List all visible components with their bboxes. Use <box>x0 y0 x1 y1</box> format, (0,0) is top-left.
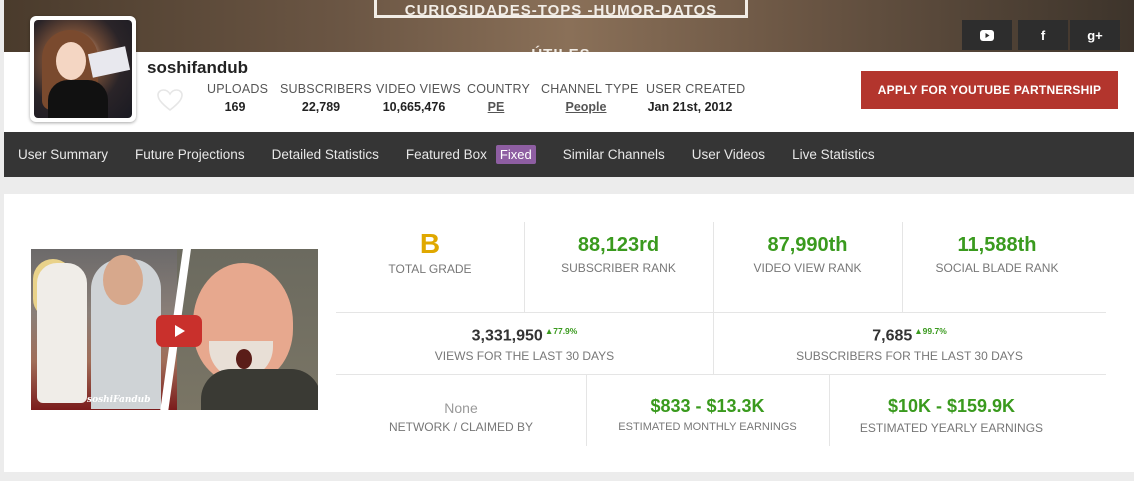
tab-label: Future Projections <box>135 147 245 162</box>
monthly-label: ESTIMATED MONTHLY EARNINGS <box>618 421 797 433</box>
rank-value: 88,123rd <box>577 234 660 256</box>
gplus-glyph: g+ <box>1087 27 1103 43</box>
monthly-value: $833 - $13.3K <box>650 396 765 416</box>
views-change: ▲77.9% <box>544 326 578 336</box>
username[interactable]: soshifandub <box>147 58 248 78</box>
network-claimed-by: None NETWORK / CLAIMED BY <box>336 400 586 434</box>
tab-live-statistics[interactable]: Live Statistics <box>792 147 875 162</box>
profile-header: soshifandub UPLOADS 169 SUBSCRIBERS 22,7… <box>4 52 1134 132</box>
stat-value: Jan 21st, 2012 <box>647 100 733 114</box>
channel-type-link[interactable]: People <box>541 100 631 114</box>
tab-user-videos[interactable]: User Videos <box>692 147 765 162</box>
stat-country: COUNTRY PE <box>467 82 530 114</box>
subs-label: SUBSCRIBERS FOR THE LAST 30 DAYS <box>796 349 1023 364</box>
network-label: NETWORK / CLAIMED BY <box>388 420 534 434</box>
tab-future-projections[interactable]: Future Projections <box>135 147 245 162</box>
subscriber-rank: 88,123rd SUBSCRIBER RANK <box>524 234 713 275</box>
yearly-value: $10K - $159.9K <box>887 396 1016 416</box>
facebook-glyph: f <box>1040 27 1046 43</box>
tab-label: Detailed Statistics <box>271 147 379 162</box>
stat-label: VIDEO VIEWS <box>376 82 461 96</box>
summary-panel: soshiFandub B TOTAL GRADE 88,123rd SUBSC… <box>4 194 1134 472</box>
views-value: 3,331,950 <box>471 327 543 345</box>
subs-change: ▲99.7% <box>914 326 947 336</box>
tab-label: Similar Channels <box>562 147 665 162</box>
network-value: None <box>444 400 478 416</box>
total-grade: B TOTAL GRADE <box>336 228 524 277</box>
stat-value: 22,789 <box>301 100 341 114</box>
tab-label: User Videos <box>691 147 766 162</box>
stat-video-views: VIDEO VIEWS 10,665,476 <box>376 82 461 114</box>
tab-label: Live Statistics <box>792 147 875 162</box>
subscribers-last-30-days: 7,685 ▲99.7% SUBSCRIBERS FOR THE LAST 30 … <box>713 326 1106 363</box>
yearly-label: ESTIMATED YEARLY EARNINGS <box>859 421 1044 435</box>
youtube-icon[interactable] <box>962 20 1012 50</box>
apply-partnership-button[interactable]: APPLY FOR YOUTUBE PARTNERSHIP <box>861 71 1118 109</box>
tab-detailed-statistics[interactable]: Detailed Statistics <box>272 147 379 162</box>
views-label: VIEWS FOR THE LAST 30 DAYS <box>434 349 615 364</box>
grade-label: TOTAL GRADE <box>388 262 472 276</box>
google-plus-icon[interactable]: g+ <box>1070 20 1120 50</box>
stat-label: SUBSCRIBERS <box>280 82 372 96</box>
tab-label: User Summary <box>18 147 109 162</box>
subs-value: 7,685 <box>872 327 913 345</box>
rank-label: VIDEO VIEW RANK <box>753 261 862 275</box>
tab-featured-box[interactable]: Featured Box Fixed <box>406 145 536 164</box>
rank-value: 11,588th <box>957 234 1037 256</box>
avatar-image <box>34 20 132 118</box>
country-link[interactable]: PE <box>467 100 525 114</box>
banner-text: CURIOSIDADES-TOPS -HUMOR-DATOS ÚTILES <box>374 0 748 52</box>
channel-nav: User Summary Future Projections Detailed… <box>4 132 1134 177</box>
avatar[interactable] <box>30 16 136 122</box>
rank-label: SUBSCRIBER RANK <box>561 261 676 275</box>
views-last-30-days: 3,331,950 ▲77.9% VIEWS FOR THE LAST 30 DA… <box>336 326 713 363</box>
stat-user-created: USER CREATED Jan 21st, 2012 <box>646 82 746 114</box>
rank-label: SOCIAL BLADE RANK <box>935 261 1059 275</box>
grade-value: B <box>419 228 441 259</box>
rank-value: 87,990th <box>767 234 848 256</box>
stat-uploads: UPLOADS 169 <box>207 82 269 114</box>
yearly-earnings: $10K - $159.9K ESTIMATED YEARLY EARNINGS <box>829 396 1074 435</box>
stat-label: USER CREATED <box>646 82 746 96</box>
tab-label: Featured Box <box>405 147 487 162</box>
video-watermark: soshiFandub <box>87 395 151 405</box>
channel-banner: CURIOSIDADES-TOPS -HUMOR-DATOS ÚTILES f … <box>4 0 1134 52</box>
fixed-badge: Fixed <box>495 145 536 164</box>
stat-label: COUNTRY <box>467 82 530 96</box>
stat-label: CHANNEL TYPE <box>541 82 639 96</box>
monthly-earnings: $833 - $13.3K ESTIMATED MONTHLY EARNINGS <box>586 396 829 433</box>
facebook-icon[interactable]: f <box>1018 20 1068 50</box>
heart-icon[interactable] <box>156 88 184 112</box>
play-button-icon[interactable] <box>156 315 202 347</box>
stat-value: 169 <box>224 100 246 114</box>
tab-user-summary[interactable]: User Summary <box>18 147 108 162</box>
video-view-rank: 87,990th VIDEO VIEW RANK <box>713 234 902 275</box>
tab-similar-channels[interactable]: Similar Channels <box>563 147 665 162</box>
stat-subscribers: SUBSCRIBERS 22,789 <box>280 82 372 114</box>
social-blade-rank: 11,588th SOCIAL BLADE RANK <box>902 234 1092 275</box>
stat-channel-type: CHANNEL TYPE People <box>541 82 639 114</box>
stat-label: UPLOADS <box>207 82 269 96</box>
stat-value: 10,665,476 <box>382 100 446 114</box>
